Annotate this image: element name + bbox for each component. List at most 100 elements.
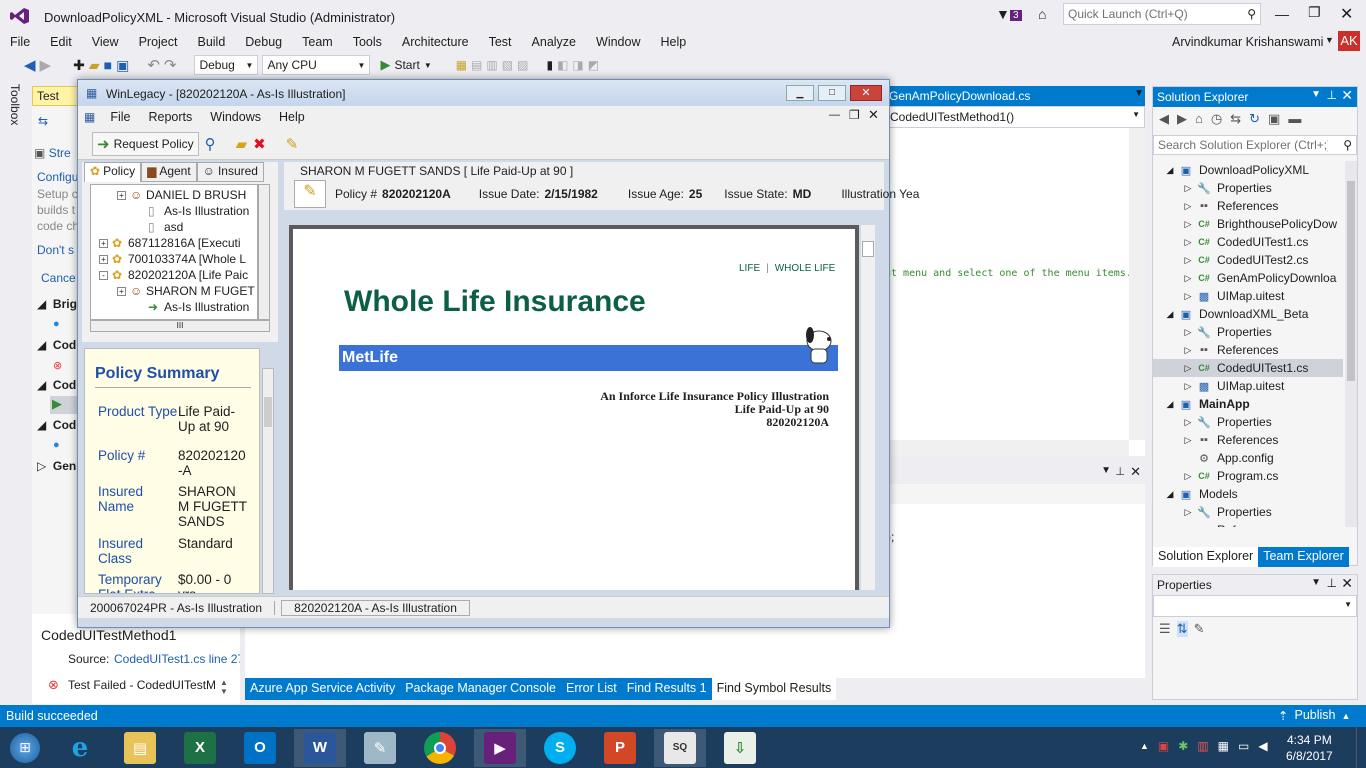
expander-icon[interactable]: ▷ xyxy=(1181,183,1195,194)
save-icon[interactable]: ■ xyxy=(104,57,112,73)
clear-bookmark-icon[interactable]: ◩ xyxy=(588,58,599,72)
minimize-button[interactable]: ▁ xyxy=(786,85,814,101)
policy-tree-node[interactable]: + ✿ 687112816A [Executi xyxy=(99,235,241,251)
menu-item-tools[interactable]: Tools xyxy=(343,35,392,49)
show-desktop-button[interactable] xyxy=(1356,727,1366,768)
tree-hscrollbar[interactable]: III xyxy=(90,320,270,332)
back-icon[interactable]: ◀ xyxy=(1159,111,1169,127)
property-pages-icon[interactable]: ✎ xyxy=(1194,621,1205,637)
network-app-icon[interactable]: ▣ xyxy=(1158,739,1169,753)
quick-launch-input[interactable]: Quick Launch (Ctrl+Q) ⚲ xyxy=(1063,3,1261,25)
solution-item[interactable]: ◢ ▣ DownloadPolicyXML xyxy=(1153,161,1343,179)
new-project-icon[interactable]: ✚ xyxy=(73,57,85,74)
request-policy-button[interactable]: ➜ Request Policy xyxy=(92,131,199,156)
menu-item-debug[interactable]: Debug xyxy=(235,35,292,49)
expander-icon[interactable]: ◢ xyxy=(1163,399,1177,410)
skype-icon[interactable]: S xyxy=(534,729,586,767)
solution-item[interactable]: ▷▪▪References xyxy=(1153,197,1343,215)
collapse-icon[interactable]: ▣ xyxy=(1268,111,1280,127)
redo-icon[interactable]: ↷ xyxy=(164,56,177,74)
expander-icon[interactable]: ▷ xyxy=(1181,507,1195,518)
solution-item[interactable]: ▷▪▪References xyxy=(1153,431,1343,449)
align2-icon[interactable]: ▥ xyxy=(486,58,497,72)
solution-item[interactable]: ▷ 🔧 Properties xyxy=(1153,323,1343,341)
method-combo[interactable]: CodedUITestMethod1() ▼ xyxy=(885,106,1145,128)
close-icon[interactable]: ✕ xyxy=(1130,464,1141,480)
expander-icon[interactable]: ◢ xyxy=(1163,309,1177,320)
code-editor[interactable]: ut menu and select one of the menu items… xyxy=(885,128,1145,456)
solution-item[interactable]: ◢ ▣ Models xyxy=(1153,485,1343,503)
winlegacy-menu-help[interactable]: Help xyxy=(270,110,314,124)
menu-item-test[interactable]: Test xyxy=(479,35,522,49)
forward-icon[interactable]: ▶ xyxy=(40,56,52,74)
close-button[interactable]: ✕ xyxy=(1340,4,1353,24)
tab-overflow-icon[interactable]: ▼ xyxy=(1134,88,1144,99)
solution-item[interactable]: ▷▪▪References xyxy=(1153,521,1343,527)
bottom-tab-4[interactable]: Find Symbol Results xyxy=(711,678,837,700)
bottom-scroll-arrows[interactable]: ▲ ▼ xyxy=(220,678,238,700)
volume-icon[interactable]: ◀ xyxy=(1258,739,1267,753)
pin-icon[interactable]: ⊥ xyxy=(1327,88,1337,102)
expander-icon[interactable]: ▷ xyxy=(1181,219,1195,230)
filter-icon[interactable]: ▼ xyxy=(996,6,1010,22)
test-group-cod-1[interactable]: ◢ Cod xyxy=(37,338,76,352)
tab-insured[interactable]: ☺ Insured xyxy=(196,162,264,182)
expander-icon[interactable]: ▷ xyxy=(1181,327,1195,338)
close-button[interactable]: ✕ xyxy=(850,85,882,101)
document-scrollbar[interactable] xyxy=(861,225,875,590)
solution-item[interactable]: ▷ ▩ UIMap.uitest xyxy=(1153,287,1343,305)
sync-tray-icon[interactable]: ✱ xyxy=(1178,739,1188,753)
expander-icon[interactable]: ◢ xyxy=(1163,165,1177,176)
close-icon[interactable]: ✕ xyxy=(1341,87,1353,104)
delete-icon[interactable]: ✖ xyxy=(253,135,266,153)
expander-icon[interactable]: ▷ xyxy=(1181,237,1195,248)
bottom-tab-0[interactable]: Azure App Service Activity xyxy=(245,678,401,700)
test-explorer-dont-show-link[interactable]: Don't s xyxy=(37,243,74,257)
expander-icon[interactable]: ▷ xyxy=(1181,345,1195,356)
test-group-gen[interactable]: ▷ Gen xyxy=(37,459,76,473)
tree-expander-icon[interactable]: + xyxy=(117,286,126,296)
editor-hscrollbar[interactable] xyxy=(885,440,1129,456)
tree-vscrollbar[interactable] xyxy=(258,184,270,320)
visual-studio-icon[interactable]: ▶ xyxy=(474,728,526,767)
panel-menu-icon[interactable]: ▼ xyxy=(1311,89,1321,100)
tab-solution-explorer[interactable]: Solution Explorer xyxy=(1153,547,1259,567)
uncomment-icon[interactable]: ▨ xyxy=(517,58,528,72)
policy-tree-node[interactable]: + ☺ DANIEL D BRUSH xyxy=(117,187,246,203)
expander-icon[interactable]: ▷ xyxy=(1181,471,1195,482)
mdi-restore-button[interactable]: ❐ xyxy=(849,108,860,122)
forward-icon[interactable]: ▶ xyxy=(1177,111,1187,127)
user-menu-chevron-icon[interactable]: ▼ xyxy=(1325,35,1334,45)
tab-team-explorer[interactable]: Team Explorer xyxy=(1258,547,1349,567)
policy-tree-node[interactable]: ▯ As-Is Illustration xyxy=(135,203,249,219)
menu-item-architecture[interactable]: Architecture xyxy=(392,35,479,49)
winlegacy-menu-reports[interactable]: Reports xyxy=(140,110,202,124)
search-icon[interactable]: ⚲ xyxy=(205,135,216,153)
solution-item[interactable]: ▷ 🔧 Properties xyxy=(1153,413,1343,431)
alphabetical-icon[interactable]: ⇅ xyxy=(1176,621,1188,637)
policy-tree-node[interactable]: ➜ As-Is Illustration xyxy=(135,299,249,315)
source-link[interactable]: CodedUITest1.cs line 27 xyxy=(114,652,240,666)
solution-item[interactable]: ▷▪▪References xyxy=(1153,341,1343,359)
menu-item-window[interactable]: Window xyxy=(586,35,650,49)
edit-icon[interactable]: ✎ xyxy=(286,135,299,153)
solution-item[interactable]: ▷ 🔧 Properties xyxy=(1153,179,1343,197)
home-icon[interactable]: ⌂ xyxy=(1195,111,1203,127)
properties-object-select[interactable]: ▼ xyxy=(1153,595,1357,617)
solution-item[interactable]: ▷ C# CodedUITest2.cs xyxy=(1153,251,1343,269)
menu-item-build[interactable]: Build xyxy=(187,35,235,49)
powerpoint-icon[interactable]: P xyxy=(594,729,646,767)
ie-icon[interactable]: e xyxy=(54,729,106,767)
solution-item[interactable]: ▷ ▩ UIMap.uitest xyxy=(1153,377,1343,395)
expander-icon[interactable]: ▷ xyxy=(1181,435,1195,446)
menu-item-analyze[interactable]: Analyze xyxy=(522,35,586,49)
prev-bookmark-icon[interactable]: ◧ xyxy=(557,58,568,72)
back-icon[interactable]: ◀ xyxy=(24,56,36,74)
tab-policy[interactable]: ✿ Policy xyxy=(84,162,142,182)
bottom-tab-3[interactable]: Find Results 1 xyxy=(621,678,712,700)
selected-test-row[interactable]: ▶ xyxy=(50,396,80,414)
tree-expander-icon[interactable]: - xyxy=(99,270,108,280)
feedback-icon[interactable]: ⌂ xyxy=(1038,6,1046,22)
next-bookmark-icon[interactable]: ◨ xyxy=(572,58,583,72)
sql-tool-icon[interactable]: SQ xyxy=(654,728,706,767)
